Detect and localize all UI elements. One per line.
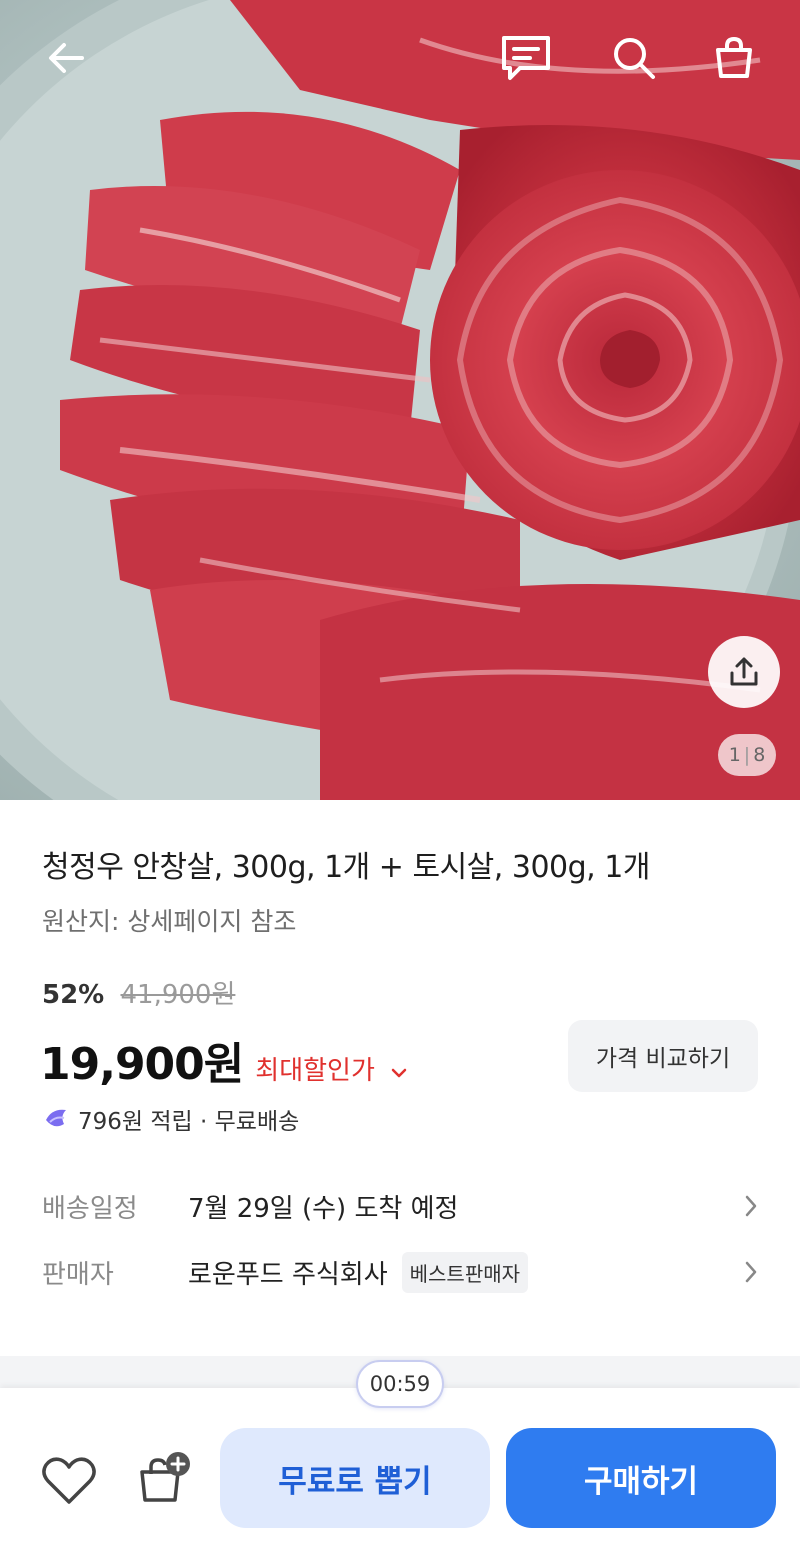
chat-bubble-icon — [502, 36, 550, 80]
reward-points-icon — [46, 1109, 66, 1127]
discount-rate: 52% — [42, 980, 105, 1010]
back-button[interactable] — [36, 28, 96, 88]
share-icon — [730, 657, 758, 686]
max-discount-toggle[interactable]: 최대할인가 — [255, 1050, 407, 1087]
chat-button[interactable] — [496, 28, 556, 88]
chevron-right-icon — [745, 1261, 757, 1283]
best-seller-badge: 베스트판매자 — [401, 1251, 529, 1293]
price-row: 19,900원 최대할인가 — [40, 1028, 407, 1092]
max-discount-label: 최대할인가 — [255, 1056, 375, 1086]
price-compare-button[interactable]: 가격 비교하기 — [568, 1020, 758, 1092]
search-button[interactable] — [604, 28, 664, 88]
current-page: 1 — [728, 744, 741, 766]
arrow-left-icon — [49, 43, 84, 73]
wishlist-button[interactable] — [38, 1450, 100, 1512]
buy-button[interactable]: 구매하기 — [506, 1428, 776, 1528]
discount-row: 52% 41,900원 — [42, 974, 235, 1011]
product-origin: 원산지: 상세페이지 참조 — [42, 907, 297, 936]
chevron-right-icon — [745, 1195, 757, 1217]
chevron-down-icon — [391, 1068, 407, 1078]
countdown-timer: 00:59 — [356, 1360, 444, 1408]
free-draw-button[interactable]: 무료로 뽑기 — [220, 1428, 490, 1528]
seller-label: 판매자 — [42, 1259, 114, 1290]
original-price: 41,900원 — [120, 980, 236, 1010]
shipping-label: 배송일정 — [42, 1193, 138, 1224]
product-image[interactable]: 1 | 8 — [0, 0, 800, 800]
reward-row: 796원 적립 · 무료배송 — [42, 1102, 299, 1136]
add-to-cart-button[interactable] — [132, 1446, 196, 1510]
shopping-bag-icon — [716, 36, 752, 78]
cart-button[interactable] — [704, 28, 764, 88]
heart-icon — [42, 1457, 96, 1504]
search-icon — [614, 38, 655, 79]
image-page-indicator: 1 | 8 — [718, 734, 776, 776]
cart-add-icon — [140, 1452, 190, 1502]
shipping-value: 7월 29일 (수) 도착 예정 — [188, 1193, 459, 1224]
share-button[interactable] — [708, 636, 780, 708]
product-title: 청정우 안창살, 300g, 1개 + 토시살, 300g, 1개 — [42, 850, 650, 885]
total-pages: 8 — [753, 744, 766, 766]
seller-name: 로운푸드 주식회사 — [188, 1259, 388, 1290]
meat-photo — [0, 0, 800, 800]
reward-text: 796원 적립 · 무료배송 — [78, 1109, 300, 1135]
seller-row[interactable]: 판매자 로운푸드 주식회사 베스트판매자 — [42, 1250, 758, 1294]
shipping-row[interactable]: 배송일정 7월 29일 (수) 도착 예정 — [42, 1184, 758, 1228]
page-separator: | — [743, 744, 751, 766]
sale-price: 19,900원 — [40, 1039, 244, 1090]
